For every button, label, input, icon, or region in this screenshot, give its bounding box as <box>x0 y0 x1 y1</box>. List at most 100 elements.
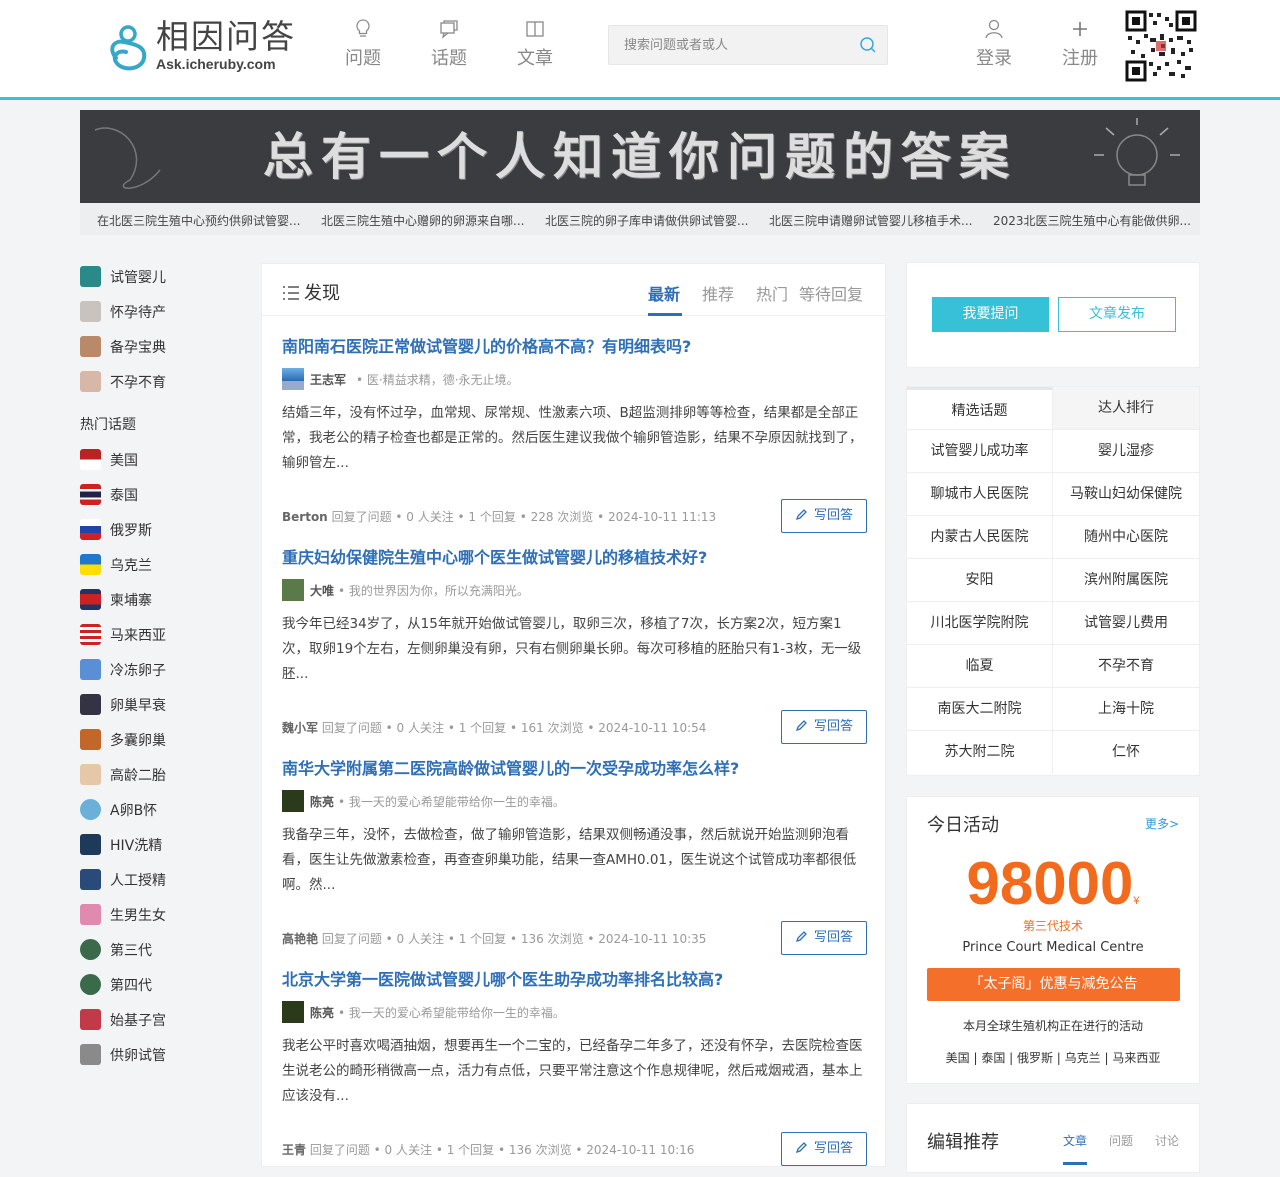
search-input[interactable] <box>609 26 849 64</box>
author-name[interactable]: 王志军 <box>310 371 346 388</box>
topic-thailand[interactable]: 泰国 <box>80 480 230 515</box>
category-ivf[interactable]: 试管婴儿 <box>80 262 230 297</box>
tab-featured-topics[interactable]: 精选话题 <box>907 387 1053 430</box>
category-infertility[interactable]: 不孕不育 <box>80 367 230 402</box>
topic-a-egg-b[interactable]: A卵B怀 <box>80 795 230 830</box>
topic-link[interactable]: 安阳 <box>907 559 1053 602</box>
write-answer-button[interactable]: 写回答 <box>781 710 867 744</box>
featured-topics-grid: 精选话题 达人排行 试管婴儿成功率 婴儿湿疹 聊城市人民医院 马鞍山妇幼保健院 … <box>906 386 1200 776</box>
russia-flag-icon <box>80 519 101 540</box>
topic-uterus[interactable]: 始基子宫 <box>80 1005 230 1040</box>
topic-link[interactable]: 内蒙古人民医院 <box>907 516 1053 559</box>
topic-link[interactable]: 上海十院 <box>1053 688 1199 731</box>
question-item: 南华大学附属第二医院高龄做试管婴儿的一次受孕成功率怎么样? 陈亮 • 我一天的爱… <box>282 755 867 966</box>
tab-unanswered[interactable]: 等待回复 <box>799 281 863 305</box>
topic-link[interactable]: 婴儿湿疹 <box>1053 430 1199 473</box>
news-ticker: 在北医三院生殖中心预约供卵试管婴... 北医三院生殖中心赠卵的卵源来自哪... … <box>80 203 1200 235</box>
pipette-icon <box>80 1044 101 1065</box>
question-title[interactable]: 重庆妇幼保健院生殖中心哪个医生做试管婴儿的移植技术好? <box>282 544 707 568</box>
write-answer-button[interactable]: 写回答 <box>781 1132 867 1166</box>
write-answer-button[interactable]: 写回答 <box>781 499 867 533</box>
ticker-item[interactable]: 在北医三院生殖中心预约供卵试管婴... <box>97 212 300 229</box>
ask-question-button[interactable]: 我要提问 <box>932 297 1049 332</box>
chat-icon <box>440 20 458 39</box>
discover-feed: 发现 最新 推荐 热门 等待回复 南阳南石医院正常做试管婴儿的价格高不高？有明细… <box>261 263 886 1167</box>
topic-label: 供卵试管 <box>110 1048 166 1064</box>
activity-countries[interactable]: 美国 | 泰国 | 俄罗斯 | 乌克兰 | 马来西亚 <box>907 1049 1199 1066</box>
site-logo[interactable]: 相因问答 Ask.icheruby.com <box>106 14 296 76</box>
promo-announcement-button[interactable]: 「太子阁」优惠与减免公告 <box>927 968 1180 1001</box>
nav-articles[interactable]: 文章 <box>505 18 565 78</box>
topic-link[interactable]: 聊城市人民医院 <box>907 473 1053 516</box>
category-label: 试管婴儿 <box>110 270 166 286</box>
write-answer-button[interactable]: 写回答 <box>781 921 867 955</box>
replier-name[interactable]: 魏小军 <box>282 721 318 735</box>
nav-articles-label: 文章 <box>517 48 553 69</box>
hero-banner[interactable]: 总有一个人知道你问题的答案 <box>80 110 1200 203</box>
topic-iui[interactable]: 人工授精 <box>80 865 230 900</box>
question-title[interactable]: 南华大学附属第二医院高龄做试管婴儿的一次受孕成功率怎么样? <box>282 755 739 779</box>
topic-link[interactable]: 不孕不育 <box>1053 645 1199 688</box>
topic-link[interactable]: 南医大二附院 <box>907 688 1053 731</box>
question-title[interactable]: 南阳南石医院正常做试管婴儿的价格高不高？有明细表吗? <box>282 333 691 357</box>
topic-ukraine[interactable]: 乌克兰 <box>80 550 230 585</box>
topic-third-gen[interactable]: 第三代 <box>80 935 230 970</box>
topic-russia[interactable]: 俄罗斯 <box>80 515 230 550</box>
activity-more-link[interactable]: 更多> <box>1145 815 1179 832</box>
login-link[interactable]: 登录 <box>964 18 1024 78</box>
tab-articles[interactable]: 文章 <box>1063 1132 1087 1149</box>
nav-questions[interactable]: 问题 <box>333 18 393 78</box>
pregnancy-icon <box>80 301 101 322</box>
topic-pcos[interactable]: 多囊卵巢 <box>80 725 230 760</box>
nav-topics-label: 话题 <box>431 48 467 69</box>
register-link[interactable]: 注册 <box>1050 18 1110 78</box>
topic-link[interactable]: 苏大附二院 <box>907 731 1053 774</box>
tab-discussions[interactable]: 讨论 <box>1155 1132 1179 1149</box>
tab-hot[interactable]: 热门 <box>756 281 788 305</box>
ticker-item[interactable]: 北医三院生殖中心赠卵的卵源来自哪... <box>321 212 524 229</box>
replier-name[interactable]: Berton <box>282 510 328 524</box>
ticker-item[interactable]: 北医三院申请赠卵试管婴儿移植手术... <box>769 212 972 229</box>
topic-cambodia[interactable]: 柬埔寨 <box>80 585 230 620</box>
topic-link[interactable]: 马鞍山妇幼保健院 <box>1053 473 1199 516</box>
tab-questions[interactable]: 问题 <box>1109 1132 1133 1149</box>
topic-link[interactable]: 临夏 <box>907 645 1053 688</box>
topic-ovarian-failure[interactable]: 卵巢早衰 <box>80 690 230 725</box>
category-prep[interactable]: 备孕宝典 <box>80 332 230 367</box>
avatar[interactable] <box>282 1001 304 1023</box>
topic-link[interactable]: 仁怀 <box>1053 731 1199 774</box>
topic-malaysia[interactable]: 马来西亚 <box>80 620 230 655</box>
topic-fourth-gen[interactable]: 第四代 <box>80 970 230 1005</box>
ticker-item[interactable]: 2023北医三院生殖中心有能做供卵... <box>993 212 1191 229</box>
author-name[interactable]: 大唯 <box>310 582 334 599</box>
avatar[interactable] <box>282 790 304 812</box>
ticker-item[interactable]: 北医三院的卵子库申请做供卵试管婴... <box>545 212 748 229</box>
replier-name[interactable]: 高艳艳 <box>282 932 318 946</box>
topic-hiv[interactable]: HIV洗精 <box>80 830 230 865</box>
meta-text: 回复了问题 • 0 人关注 • 1 个回复 • 161 次浏览 • 2024-1… <box>321 721 707 735</box>
topic-second-child[interactable]: 高龄二胎 <box>80 760 230 795</box>
avatar[interactable] <box>282 579 304 601</box>
author-name[interactable]: 陈亮 <box>310 793 334 810</box>
topic-link[interactable]: 滨州附属医院 <box>1053 559 1199 602</box>
question-title[interactable]: 北京大学第一医院做试管婴儿哪个医生助孕成功率排名比较高? <box>282 966 723 990</box>
topic-usa[interactable]: 美国 <box>80 445 230 480</box>
topic-link[interactable]: 随州中心医院 <box>1053 516 1199 559</box>
nav-topics[interactable]: 话题 <box>419 18 479 78</box>
post-article-button[interactable]: 文章发布 <box>1058 297 1176 332</box>
topic-label: 冷冻卵子 <box>110 663 166 679</box>
category-pregnancy[interactable]: 怀孕待产 <box>80 297 230 332</box>
topic-link[interactable]: 试管婴儿成功率 <box>907 430 1053 473</box>
replier-name[interactable]: 王青 <box>282 1143 306 1157</box>
tab-recommended[interactable]: 推荐 <box>702 281 734 305</box>
topic-egg-freezing[interactable]: 冷冻卵子 <box>80 655 230 690</box>
topic-gender[interactable]: 生男生女 <box>80 900 230 935</box>
tab-top-users[interactable]: 达人排行 <box>1053 387 1199 430</box>
author-name[interactable]: 陈亮 <box>310 1004 334 1021</box>
tab-latest[interactable]: 最新 <box>648 281 680 305</box>
avatar[interactable] <box>282 368 304 390</box>
topic-link[interactable]: 试管婴儿费用 <box>1053 602 1199 645</box>
search-icon[interactable] <box>859 36 877 54</box>
topic-donor-egg[interactable]: 供卵试管 <box>80 1040 230 1075</box>
topic-link[interactable]: 川北医学院附院 <box>907 602 1053 645</box>
